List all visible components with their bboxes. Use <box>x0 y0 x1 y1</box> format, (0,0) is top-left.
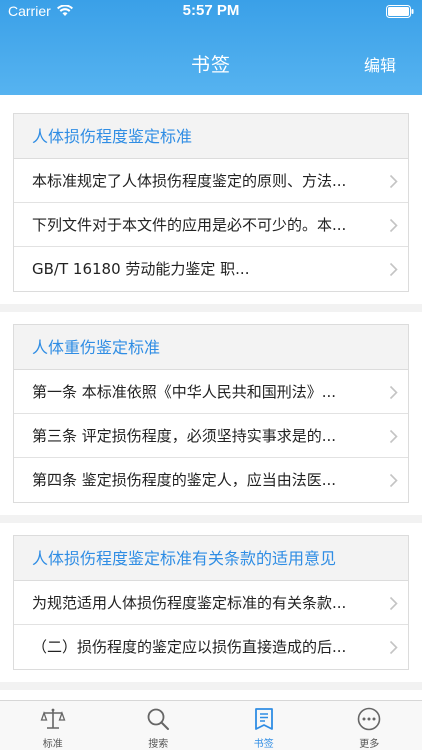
battery-icon <box>386 5 414 18</box>
bookmark-row-text: （二）损伤程度的鉴定应以损伤直接造成的后... <box>32 638 347 656</box>
bookmark-section-card: 人体重伤鉴定标准第一条 本标准依照《中华人民共和国刑法》... 第三条 评定损伤程… <box>13 324 409 503</box>
bookmark-section: 人体损伤程度鉴定标准有关条款的适用意见为规范适用人体损伤程度鉴定标准的有关条款.… <box>0 523 422 682</box>
bookmark-section: 人体重伤鉴定标准第一条 本标准依照《中华人民共和国刑法》... 第三条 评定损伤程… <box>0 312 422 515</box>
chevron-right-icon <box>389 385 398 400</box>
bookmark-row[interactable]: （二）损伤程度的鉴定应以损伤直接造成的后... <box>14 625 408 669</box>
bookmark-row-text: 第三条 评定损伤程度，必须坚持实事求是的... <box>32 427 337 445</box>
tab-label: 搜索 <box>148 739 169 750</box>
sections-container: 人体损伤程度鉴定标准本标准规定了人体损伤程度鉴定的原则、方法... 下列文件对于本… <box>0 101 422 700</box>
chevron-right-icon <box>389 596 398 611</box>
bookmark-list[interactable]: 人体损伤程度鉴定标准本标准规定了人体损伤程度鉴定的原则、方法... 下列文件对于本… <box>0 95 422 700</box>
tab-label: 书签 <box>253 739 274 750</box>
bookmark-section: 人体损伤致残程度分级 <box>0 690 422 700</box>
bookmark-doc-icon <box>254 708 273 730</box>
scale-icon <box>40 708 66 729</box>
bookmark-row[interactable]: 第一条 本标准依照《中华人民共和国刑法》... <box>14 370 408 414</box>
bookmark-row[interactable]: 第三条 评定损伤程度，必须坚持实事求是的... <box>14 414 408 458</box>
tab-label: 标准 <box>42 739 63 750</box>
chevron-right-icon <box>389 174 398 189</box>
tab-bar: 标准 搜索 书签 更多 <box>0 700 422 750</box>
section-title: 人体损伤程度鉴定标准 <box>14 114 408 159</box>
tab-more[interactable]: 更多 <box>317 701 422 750</box>
bookmark-row[interactable]: 本标准规定了人体损伤程度鉴定的原则、方法... <box>14 159 408 203</box>
bookmark-row-text: 第一条 本标准依照《中华人民共和国刑法》... <box>32 383 337 401</box>
search-icon <box>147 708 170 730</box>
more-icon <box>357 707 381 731</box>
nav-header: Carrier 5:57 PM 书签 编辑 <box>0 0 422 95</box>
bookmark-row-text: 本标准规定了人体损伤程度鉴定的原则、方法... <box>32 172 347 190</box>
chevron-right-icon <box>389 262 398 277</box>
tab-search[interactable]: 搜索 <box>106 701 212 750</box>
bookmark-row[interactable]: 为规范适用人体损伤程度鉴定标准的有关条款... <box>14 581 408 625</box>
tab-bookmark-doc[interactable]: 书签 <box>211 701 317 750</box>
tab-label: 更多 <box>359 739 380 750</box>
chevron-right-icon <box>389 218 398 233</box>
chevron-right-icon <box>389 429 398 444</box>
bookmark-section: 人体损伤程度鉴定标准本标准规定了人体损伤程度鉴定的原则、方法... 下列文件对于本… <box>0 101 422 304</box>
chevron-right-icon <box>389 473 398 488</box>
section-title: 人体重伤鉴定标准 <box>14 325 408 370</box>
tab-scale[interactable]: 标准 <box>0 701 106 750</box>
chevron-right-icon <box>389 640 398 655</box>
section-title: 人体损伤程度鉴定标准有关条款的适用意见 <box>14 536 408 581</box>
bookmark-section-card: 人体损伤程度鉴定标准本标准规定了人体损伤程度鉴定的原则、方法... 下列文件对于本… <box>13 113 409 292</box>
status-time: 5:57 PM <box>182 2 240 19</box>
status-bar: Carrier 5:57 PM <box>0 0 422 22</box>
bookmark-row[interactable]: GB/T 16180 劳动能力鉴定 职... <box>14 247 408 291</box>
page-title: 书签 <box>190 54 231 76</box>
bookmark-section-card: 人体损伤程度鉴定标准有关条款的适用意见为规范适用人体损伤程度鉴定标准的有关条款.… <box>13 535 409 670</box>
bookmark-row-text: 为规范适用人体损伤程度鉴定标准的有关条款... <box>32 594 347 612</box>
bookmark-row-text: GB/T 16180 劳动能力鉴定 职... <box>32 260 250 278</box>
bookmark-row-text: 下列文件对于本文件的应用是必不可少的。本... <box>32 216 347 234</box>
bookmark-row[interactable]: 第四条 鉴定损伤程度的鉴定人，应当由法医... <box>14 458 408 502</box>
bookmark-row-text: 第四条 鉴定损伤程度的鉴定人，应当由法医... <box>32 471 337 489</box>
edit-button[interactable]: 编辑 <box>364 52 396 76</box>
bookmark-row[interactable]: 下列文件对于本文件的应用是必不可少的。本... <box>14 203 408 247</box>
